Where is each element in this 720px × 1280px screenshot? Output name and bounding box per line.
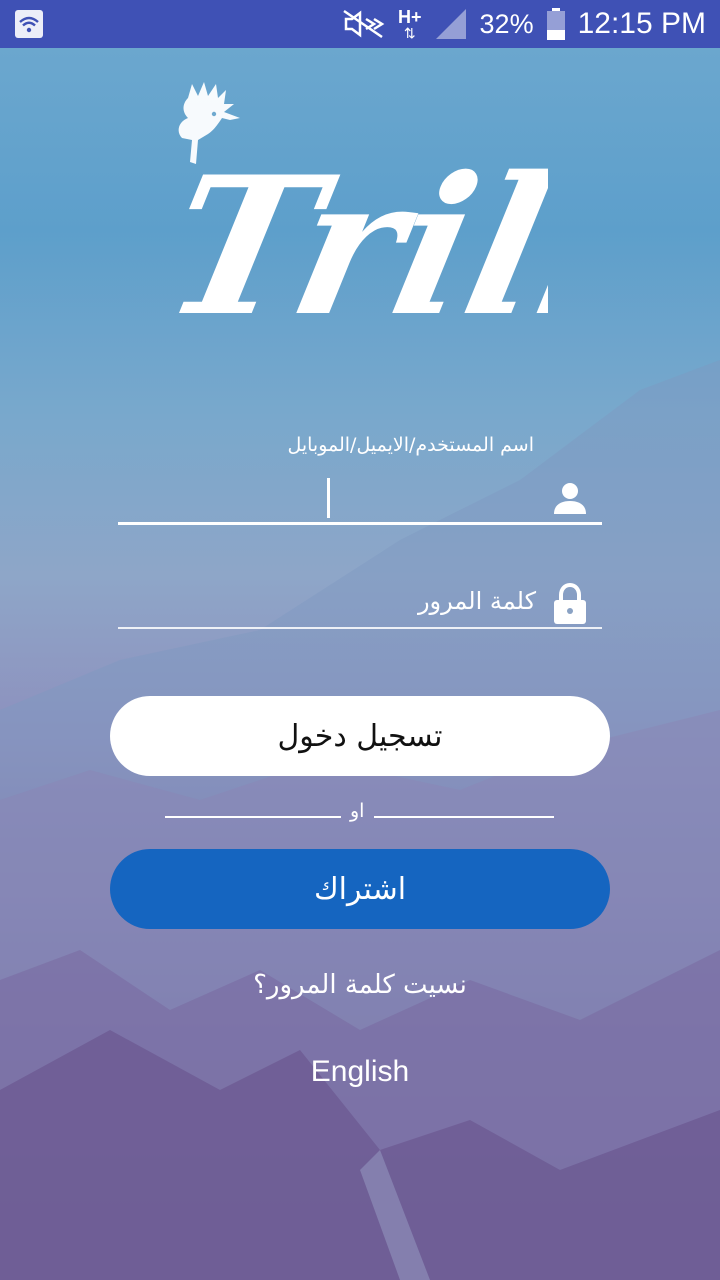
divider-left [165, 816, 341, 818]
password-field[interactable]: كلمة المرور [118, 575, 602, 629]
username-field[interactable] [118, 470, 602, 525]
battery-icon [546, 8, 565, 40]
data-arrows-icon: ⇅ [403, 25, 416, 41]
logo-text: Trill [168, 136, 548, 359]
text-cursor [327, 478, 330, 518]
forgot-password-link[interactable]: نسيت كلمة المرور؟ [0, 970, 720, 1000]
clock: 12:15 PM [577, 7, 706, 40]
lock-icon [554, 583, 586, 624]
network-type: H+ [398, 7, 422, 27]
username-label: اسم المستخدم/الايميل/الموبايل [287, 434, 534, 456]
battery-percent: 32% [479, 8, 534, 39]
signup-button[interactable]: اشتراك [110, 849, 610, 929]
password-placeholder: كلمة المرور [417, 587, 536, 615]
signal-icon [435, 9, 466, 39]
login-button[interactable]: تسجيل دخول [110, 696, 610, 776]
trill-logo: Trill [168, 82, 548, 359]
status-bar: H+ ⇅ 32% 12:15 PM [0, 0, 720, 48]
or-text: او [350, 800, 365, 822]
wifi-icon [15, 10, 43, 38]
language-english-link[interactable]: English [0, 1055, 720, 1089]
user-icon [554, 483, 586, 514]
mute-icon [343, 9, 385, 39]
divider-right [374, 816, 554, 818]
